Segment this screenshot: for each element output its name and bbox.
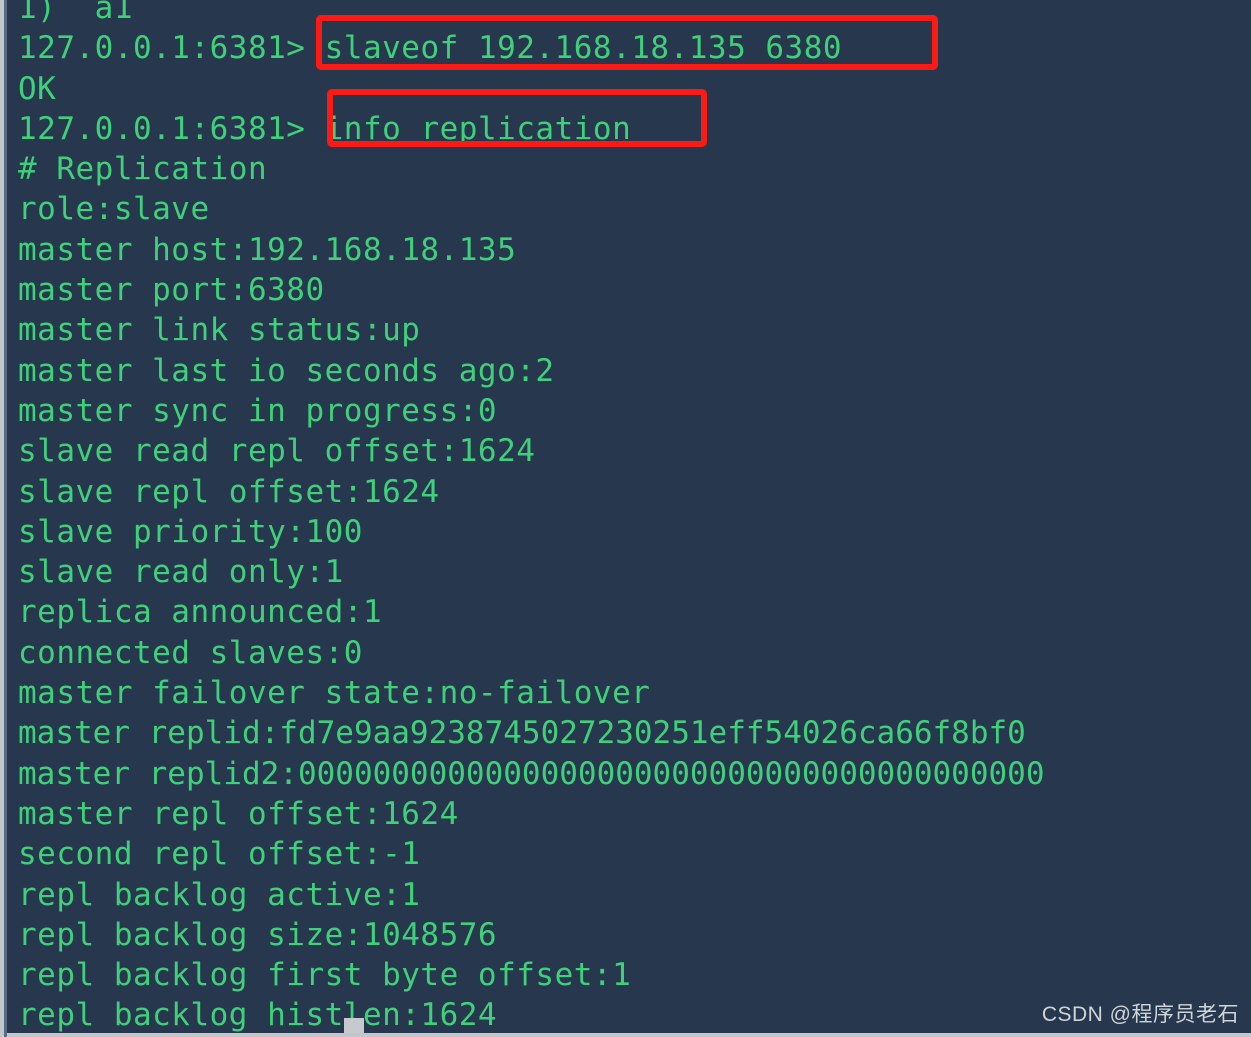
terminal-line-partial-top: 1) a1 xyxy=(18,0,133,26)
terminal-line-output: connected slaves:0 xyxy=(18,634,363,671)
terminal-bottom-edge xyxy=(0,1033,1251,1037)
terminal-line-output: role:slave xyxy=(18,191,210,228)
terminal-line-output: master host:192.168.18.135 xyxy=(18,231,517,268)
terminal-line-output: slave repl offset:1624 xyxy=(18,473,440,510)
shell-prompt: 127.0.0.1:6381> xyxy=(18,110,306,147)
terminal-output-area[interactable]: 1) a1 127.0.0.1:6381> slaveof 192.168.18… xyxy=(18,0,1045,1036)
terminal-line-output: replica announced:1 xyxy=(18,594,383,631)
terminal-line-reply-ok: OK xyxy=(18,70,57,107)
terminal-line-output: repl backlog active:1 xyxy=(18,876,421,913)
terminal-line-prompt-info: 127.0.0.1:6381> info replication xyxy=(18,109,1045,149)
terminal-line-output: master repl offset:1624 xyxy=(18,795,459,832)
terminal-line-output: master last io seconds ago:2 xyxy=(18,352,555,389)
terminal-line-output: master port:6380 xyxy=(18,272,325,309)
terminal-line-output: repl backlog histlen:1624 xyxy=(18,997,498,1034)
terminal-line-output: master replid:fd7e9aa9238745027230251eff… xyxy=(18,715,1026,752)
terminal-line-output: master replid2:0000000000000000000000000… xyxy=(18,755,1045,792)
terminal-line-output: master sync in progress:0 xyxy=(18,392,498,429)
terminal-line-output: master link status:up xyxy=(18,312,421,349)
command-info-replication[interactable]: info replication xyxy=(305,111,631,147)
command-slaveof[interactable]: slaveof 192.168.18.135 6380 xyxy=(305,30,842,66)
terminal-line-output: master failover state:no-failover xyxy=(18,675,651,712)
terminal-line-output: slave priority:100 xyxy=(18,513,363,550)
terminal-line-output: repl backlog size:1048576 xyxy=(18,916,498,953)
terminal-scrollbar-thumb[interactable] xyxy=(4,0,7,1037)
terminal-line-output: # Replication xyxy=(18,151,268,188)
terminal-window[interactable]: 1) a1 127.0.0.1:6381> slaveof 192.168.18… xyxy=(0,0,1251,1037)
csdn-watermark: CSDN @程序员老石 xyxy=(1041,1003,1239,1026)
terminal-line-output: slave read only:1 xyxy=(18,554,344,591)
terminal-line-output: second repl offset:-1 xyxy=(18,836,421,873)
terminal-line-output: repl backlog first byte offset:1 xyxy=(18,957,632,994)
terminal-line-output: slave read repl offset:1624 xyxy=(18,433,536,470)
shell-prompt: 127.0.0.1:6381> xyxy=(18,30,306,67)
terminal-line-prompt-slaveof: 127.0.0.1:6381> slaveof 192.168.18.135 6… xyxy=(18,28,1045,68)
